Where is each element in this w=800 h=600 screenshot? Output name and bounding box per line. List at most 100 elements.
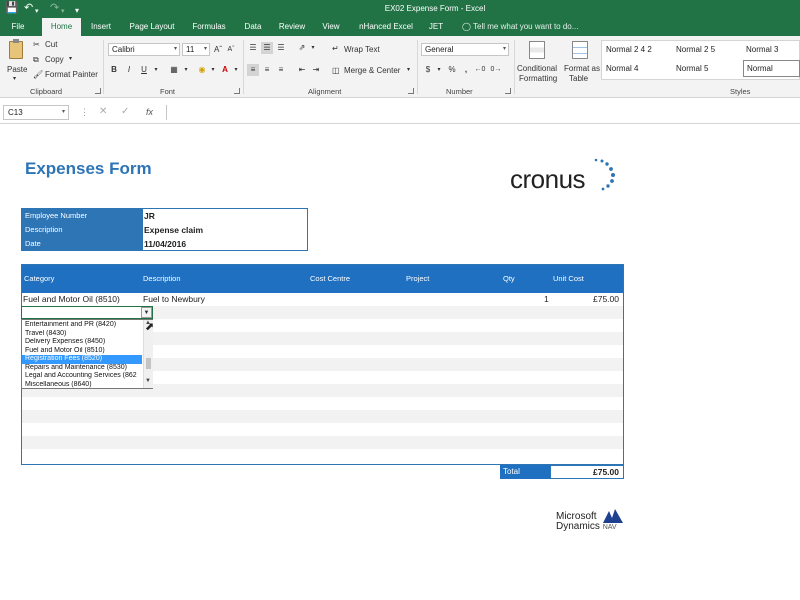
date-label: Date: [22, 237, 143, 251]
font-color-dropdown-icon[interactable]: ▾: [230, 64, 242, 76]
worksheet[interactable]: Expenses Form cronus Employee Number JR …: [0, 126, 800, 600]
tab-file[interactable]: File: [6, 18, 30, 36]
employee-number-value[interactable]: JR: [144, 209, 155, 223]
table-row[interactable]: [22, 436, 623, 449]
insert-function-icon[interactable]: fx: [146, 107, 153, 117]
format-painter-button[interactable]: Format Painter: [45, 70, 98, 79]
name-box[interactable]: C13 ▾: [3, 105, 69, 120]
copy-button[interactable]: Copy: [45, 55, 64, 64]
font-launcher-icon[interactable]: [234, 88, 240, 94]
dropdown-option[interactable]: Travel (8430): [22, 330, 142, 339]
cancel-icon[interactable]: ✕: [99, 106, 107, 117]
formula-input[interactable]: [166, 105, 800, 120]
wrap-text-button[interactable]: Wrap Text: [344, 45, 380, 54]
decrease-decimal-icon[interactable]: 0→: [490, 64, 502, 76]
borders-icon[interactable]: ▦: [168, 64, 180, 76]
align-right-icon[interactable]: ≡: [275, 64, 287, 76]
increase-indent-icon[interactable]: ⇥: [310, 64, 322, 76]
percent-format-icon[interactable]: %: [446, 64, 458, 76]
comma-style-icon[interactable]: ,: [460, 64, 472, 76]
tab-view[interactable]: View: [318, 18, 344, 36]
number-launcher-icon[interactable]: [505, 88, 511, 94]
table-row[interactable]: Fuel and Motor Oil (8510) Fuel to Newbur…: [22, 293, 623, 306]
table-row[interactable]: [22, 449, 623, 462]
merge-center-button[interactable]: Merge & Center: [344, 66, 400, 75]
row-unit-cost[interactable]: £75.00: [593, 293, 619, 306]
bold-button[interactable]: B: [108, 64, 120, 76]
orientation-dropdown-icon[interactable]: ▾: [307, 42, 319, 54]
increase-decimal-icon[interactable]: ←0: [474, 64, 486, 76]
increase-font-icon[interactable]: Aˆ: [212, 44, 224, 56]
tab-jet[interactable]: JET: [426, 18, 446, 36]
validation-dropdown-button[interactable]: ▼: [141, 307, 152, 318]
style-normal-2-4-2[interactable]: Normal 2 4 2: [606, 45, 652, 54]
description-value[interactable]: Expense claim: [144, 223, 203, 237]
tell-me-box[interactable]: ◯ Tell me what you want to do...: [462, 18, 578, 36]
row-description[interactable]: Fuel to Newbury: [143, 293, 205, 306]
paste-button[interactable]: Paste ▾: [5, 39, 29, 85]
dropdown-option[interactable]: Legal and Accounting Services (862: [22, 372, 142, 381]
decrease-indent-icon[interactable]: ⇤: [296, 64, 308, 76]
borders-dropdown-icon[interactable]: ▾: [180, 64, 192, 76]
tab-data[interactable]: Data: [240, 18, 266, 36]
align-middle-icon[interactable]: ☰: [261, 42, 273, 54]
conditional-formatting-button[interactable]: Conditional Formatting: [515, 39, 561, 85]
decrease-font-icon[interactable]: Aˇ: [225, 44, 237, 56]
style-normal[interactable]: Normal: [743, 60, 800, 77]
row-qty[interactable]: 1: [544, 293, 549, 306]
group-divider: [103, 40, 104, 94]
style-normal-3[interactable]: Normal 3: [746, 45, 778, 54]
table-row[interactable]: [22, 397, 623, 410]
table-icon: [572, 41, 588, 59]
font-size-dropdown[interactable]: 11 ▾: [182, 43, 210, 56]
underline-dropdown-icon[interactable]: ▾: [150, 64, 162, 76]
style-normal-4[interactable]: Normal 4: [606, 64, 638, 73]
style-normal-2-5[interactable]: Normal 2 5: [676, 45, 715, 54]
row-category[interactable]: Fuel and Motor Oil (8510): [23, 293, 120, 306]
table-row[interactable]: [22, 423, 623, 436]
tab-home[interactable]: Home: [42, 18, 81, 36]
align-top-icon[interactable]: ☰: [247, 42, 259, 54]
dropdown-option[interactable]: Repairs and Maintenance (8530): [22, 364, 142, 373]
chevron-down-icon: ▾: [203, 46, 207, 52]
align-center-icon[interactable]: ≡: [261, 64, 273, 76]
tab-review[interactable]: Review: [276, 18, 308, 36]
date-value[interactable]: 11/04/2016: [144, 237, 186, 251]
dropdown-option[interactable]: Entertainment and PR (8420): [22, 321, 142, 330]
tab-page-layout[interactable]: Page Layout: [126, 18, 178, 36]
currency-dropdown-icon[interactable]: ▾: [433, 64, 445, 76]
copy-dropdown-icon[interactable]: ▾: [69, 55, 72, 62]
column-header-qty: Qty: [503, 274, 515, 283]
table-row[interactable]: [22, 410, 623, 423]
cut-button[interactable]: Cut: [45, 40, 57, 49]
fill-color-dropdown-icon[interactable]: ▾: [207, 64, 219, 76]
scroll-down-icon[interactable]: ▼: [145, 378, 151, 384]
dropdown-option[interactable]: Fuel and Motor Oil (8510): [22, 347, 142, 356]
merge-dropdown-icon[interactable]: ▾: [407, 66, 410, 73]
font-group-label: Font: [160, 87, 176, 96]
scroll-thumb[interactable]: [146, 358, 151, 369]
dropdown-option[interactable]: Delivery Expenses (8450): [22, 338, 142, 347]
dropdown-option-selected[interactable]: Registration Fees (8520): [22, 355, 142, 364]
align-bottom-icon[interactable]: ☰: [275, 42, 287, 54]
align-left-icon[interactable]: ≡: [247, 64, 259, 76]
category-dropdown-list[interactable]: Entertainment and PR (8420) Travel (8430…: [21, 319, 153, 389]
underline-button[interactable]: U: [138, 64, 150, 76]
clipboard-launcher-icon[interactable]: [95, 88, 101, 94]
total-value: £75.00: [550, 465, 624, 479]
format-as-table-button[interactable]: Format as Table: [563, 39, 600, 85]
alignment-launcher-icon[interactable]: [408, 88, 414, 94]
column-header-category: Category: [24, 274, 55, 283]
column-header-unit-cost: Unit Cost: [553, 274, 584, 283]
tab-formulas[interactable]: Formulas: [188, 18, 230, 36]
style-normal-5[interactable]: Normal 5: [676, 64, 708, 73]
dropdown-option[interactable]: Miscellaneous (8640): [22, 381, 142, 390]
tab-nhanced-excel[interactable]: nHanced Excel: [354, 18, 418, 36]
font-name-dropdown[interactable]: Calibri ▾: [108, 43, 180, 56]
italic-button[interactable]: I: [123, 64, 135, 76]
mouse-cursor-icon: ⬈: [145, 321, 155, 333]
enter-icon[interactable]: ✓: [121, 106, 129, 117]
number-format-dropdown[interactable]: General ▾: [421, 43, 509, 56]
active-cell-c13[interactable]: [21, 306, 153, 319]
tab-insert[interactable]: Insert: [86, 18, 116, 36]
